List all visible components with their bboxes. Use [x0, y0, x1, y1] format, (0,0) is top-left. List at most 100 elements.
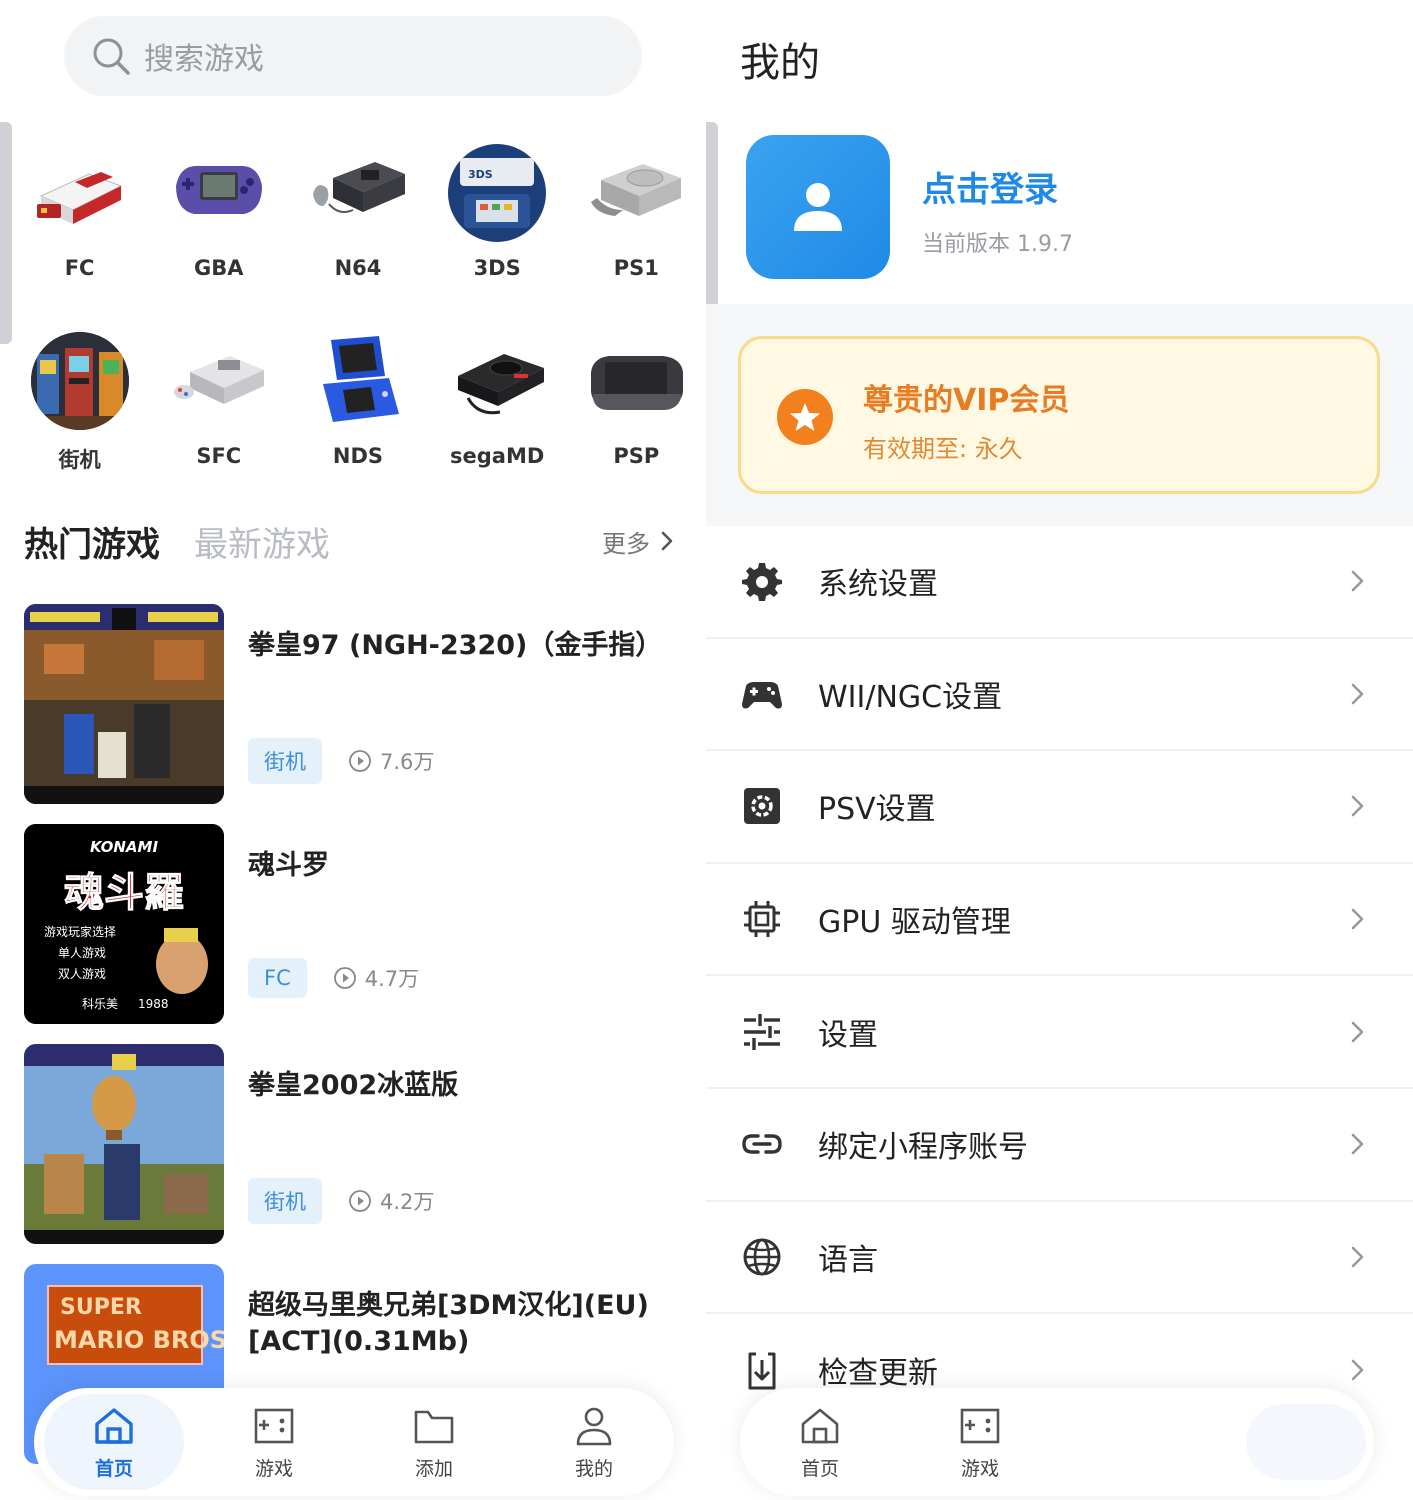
menu-item-language[interactable]: 语言 — [706, 1202, 1413, 1315]
menu-item-system-settings[interactable]: 系统设置 — [706, 526, 1413, 639]
console-item-fc[interactable]: FC — [10, 122, 149, 310]
menu-label: 检查更新 — [818, 1356, 938, 1392]
nav-mine[interactable]: 我的 — [524, 1394, 664, 1490]
folder-icon — [414, 1410, 454, 1443]
n64-console-icon — [309, 144, 407, 242]
floating-button[interactable] — [1246, 1404, 1366, 1480]
more-link[interactable]: 更多 — [602, 524, 674, 559]
home-icon — [95, 1407, 133, 1444]
console-label: 3DS — [473, 256, 521, 280]
home-screen: 搜索游戏 FC GBA N64 3DS 3DS PS1 街机 SFC NDS s… — [0, 0, 706, 1500]
menu-item-gpu-driver[interactable]: GPU 驱动管理 — [706, 864, 1413, 977]
chevron-right-icon — [1351, 683, 1364, 705]
console-item-segamd[interactable]: segaMD — [428, 310, 567, 498]
play-count: 4.7万 — [333, 963, 419, 993]
console-item-psp[interactable]: PSP — [567, 310, 706, 498]
nav-home[interactable]: 首页 — [750, 1394, 890, 1490]
nav-label: 游戏 — [254, 1457, 293, 1480]
arcade-cabinet-icon — [30, 332, 129, 430]
console-label: GBA — [194, 256, 244, 280]
console-label: segaMD — [450, 444, 545, 468]
menu-label: WII/NGC设置 — [818, 679, 1003, 715]
game-card[interactable]: KONAMI 魂斗羅 游戏玩家选择 单人游戏 双人游戏 科乐美 1988 魂斗罗 — [24, 824, 684, 1024]
more-label: 更多 — [602, 529, 650, 558]
user-icon — [576, 1407, 612, 1445]
search-bar[interactable]: 搜索游戏 — [64, 16, 642, 96]
tab-new-games[interactable]: 最新游戏 — [194, 517, 330, 566]
console-item-sfc[interactable]: SFC — [149, 310, 288, 498]
console-label: N64 — [334, 256, 382, 280]
sfc-console-icon — [170, 332, 268, 430]
search-icon — [93, 38, 130, 75]
menu-label: GPU 驱动管理 — [818, 905, 1011, 941]
nav-games[interactable]: 游戏 — [204, 1394, 344, 1490]
contra-footer: 科乐美 — [82, 997, 118, 1011]
game-info: 拳皇2002冰蓝版 街机 4.2万 — [224, 1044, 684, 1244]
mario-logo-text: MARIO BROS. — [54, 1326, 224, 1354]
console-item-n64[interactable]: N64 — [288, 122, 427, 310]
app-version: 当前版本 1.9.7 — [922, 232, 1073, 257]
chip-icon — [740, 897, 784, 941]
bottom-nav: 首页 游戏 添加 我的 — [34, 1388, 674, 1496]
chevron-right-icon — [1351, 908, 1364, 930]
play-circle-icon — [349, 750, 371, 772]
vip-title: 尊贵的VIP会员 — [863, 383, 1070, 418]
vip-expiry: 有效期至: 永久 — [863, 435, 1023, 463]
avatar[interactable] — [746, 135, 890, 279]
nav-label: 首页 — [800, 1457, 839, 1480]
sliders-icon — [740, 1010, 784, 1054]
console-item-arcade[interactable]: 街机 — [10, 310, 149, 498]
game-thumbnail: KONAMI 魂斗羅 游戏玩家选择 单人游戏 双人游戏 科乐美 1988 — [24, 824, 224, 1024]
contra-menu-line: 单人游戏 — [58, 946, 106, 960]
console-label: PS1 — [613, 256, 659, 280]
game-list: 拳皇97 (NGH-2320)（金手指） 街机 7.6万 KONAMI 魂斗羅 … — [24, 604, 684, 1484]
nds-handheld-icon — [309, 332, 407, 430]
app-root: 搜索游戏 FC GBA N64 3DS 3DS PS1 街机 SFC NDS s… — [0, 0, 1413, 1500]
nav-add[interactable]: 添加 — [364, 1394, 504, 1490]
menu-item-psv-settings[interactable]: PSV设置 — [706, 751, 1413, 864]
menu-item-bind-miniprogram[interactable]: 绑定小程序账号 — [706, 1089, 1413, 1202]
settings-square-icon — [740, 784, 784, 828]
svg-text:3DS: 3DS — [468, 168, 493, 181]
download-icon — [740, 1348, 784, 1392]
my-screen: 我的 点击登录 当前版本 1.9.7 尊贵的VIP会员 有效期至: 永久 系统设… — [706, 0, 1413, 1500]
contra-menu-line: 双人游戏 — [58, 967, 106, 981]
tab-hot-games[interactable]: 热门游戏 — [24, 517, 160, 566]
star-icon — [777, 389, 833, 445]
console-item-nds[interactable]: NDS — [288, 310, 427, 498]
vip-card[interactable]: 尊贵的VIP会员 有效期至: 永久 — [738, 336, 1380, 494]
psp-handheld-icon — [587, 332, 685, 430]
gba-handheld-icon — [170, 144, 268, 242]
gear-icon — [740, 559, 784, 603]
menu-item-settings[interactable]: 设置 — [706, 976, 1413, 1089]
chevron-right-icon — [1351, 1021, 1364, 1042]
game-thumbnail — [24, 1044, 224, 1244]
platform-tag: 街机 — [248, 738, 322, 784]
game-thumbnail — [24, 604, 224, 804]
gamepad-icon — [740, 672, 784, 716]
play-count: 4.2万 — [348, 1186, 434, 1216]
console-item-ps1[interactable]: PS1 — [567, 122, 706, 310]
globe-icon — [740, 1235, 784, 1279]
menu-label: 设置 — [818, 1017, 878, 1053]
console-item-gba[interactable]: GBA — [149, 122, 288, 310]
play-count: 7.6万 — [348, 746, 434, 776]
user-icon — [794, 183, 842, 231]
game-title: 拳皇2002冰蓝版 — [248, 1070, 459, 1101]
game-card[interactable]: 拳皇97 (NGH-2320)（金手指） 街机 7.6万 — [24, 604, 684, 804]
nav-label: 游戏 — [960, 1457, 999, 1480]
game-info: 拳皇97 (NGH-2320)（金手指） 街机 7.6万 — [224, 604, 684, 804]
play-circle-icon — [349, 1190, 371, 1212]
vip-section: 尊贵的VIP会员 有效期至: 永久 — [706, 304, 1413, 526]
nav-games[interactable]: 游戏 — [910, 1394, 1050, 1490]
console-item-3ds[interactable]: 3DS 3DS — [428, 122, 567, 310]
game-title: 拳皇97 (NGH-2320)（金手指） — [248, 630, 663, 661]
login-link[interactable]: 点击登录 — [922, 162, 1058, 211]
menu-label: 语言 — [818, 1242, 878, 1278]
nav-home[interactable]: 首页 — [44, 1394, 184, 1490]
page-title: 我的 — [740, 40, 820, 86]
menu-item-wii-ngc-settings[interactable]: WII/NGC设置 — [706, 639, 1413, 752]
game-card[interactable]: 拳皇2002冰蓝版 街机 4.2万 — [24, 1044, 684, 1244]
nav-label: 首页 — [94, 1457, 133, 1480]
chevron-right-icon — [1351, 1360, 1364, 1381]
